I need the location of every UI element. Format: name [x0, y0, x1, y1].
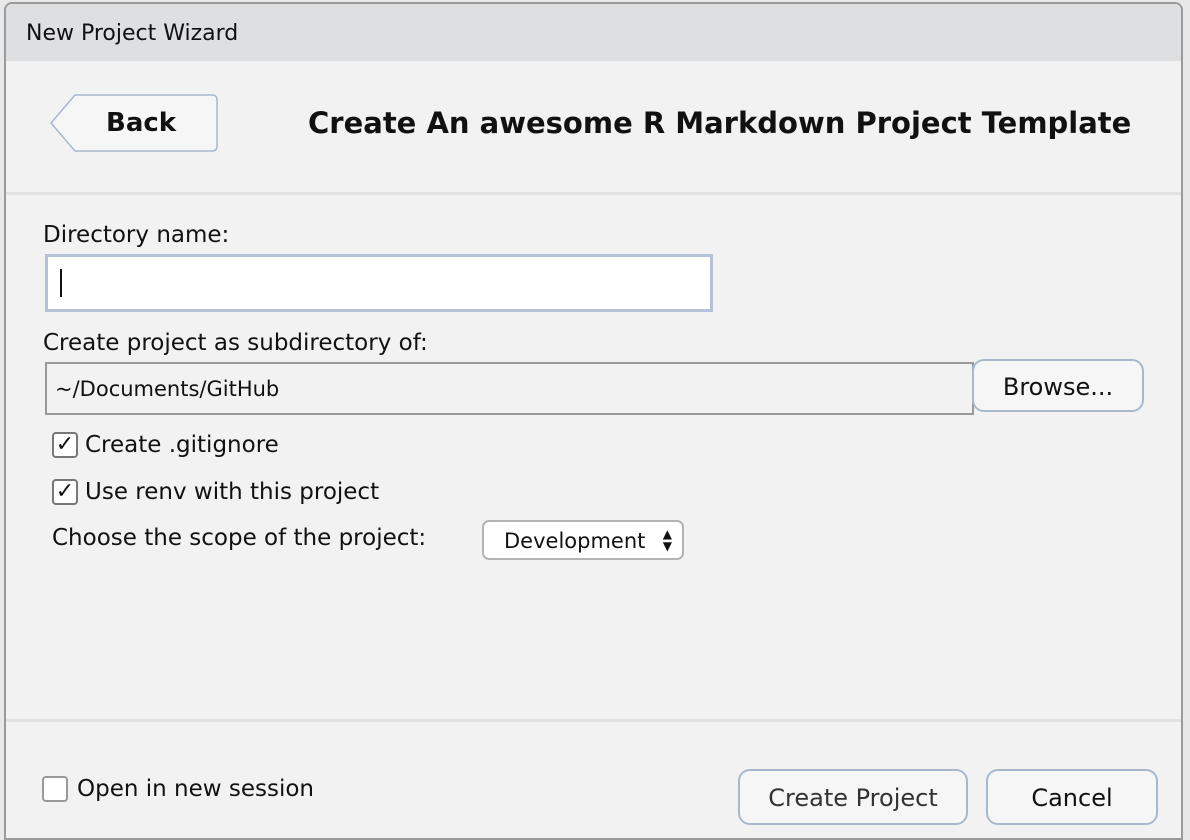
cancel-button[interactable]: Cancel — [986, 769, 1158, 825]
divider — [6, 719, 1181, 722]
scope-label: Choose the scope of the project: — [52, 525, 427, 551]
text-caret — [60, 269, 62, 297]
gitignore-checkbox[interactable]: ✓ — [52, 432, 78, 458]
renv-label: Use renv with this project — [85, 479, 380, 505]
browse-button[interactable]: Browse... — [972, 359, 1144, 412]
gitignore-label: Create .gitignore — [85, 432, 279, 458]
updown-arrows-icon: ▲ ▼ — [662, 527, 672, 553]
directory-name-input[interactable] — [45, 254, 713, 312]
scope-select[interactable]: Development ▲ ▼ — [482, 520, 684, 560]
back-label: Back — [106, 108, 177, 138]
new-session-label: Open in new session — [77, 776, 315, 802]
back-button[interactable]: Back — [50, 94, 218, 152]
divider — [6, 192, 1181, 195]
create-project-button[interactable]: Create Project — [738, 769, 968, 825]
page-title: Create An awesome R Markdown Project Tem… — [308, 106, 1132, 140]
window-title: New Project Wizard — [6, 4, 1181, 61]
new-project-dialog: New Project Wizard Back Create An awesom… — [4, 2, 1183, 840]
renv-checkbox[interactable]: ✓ — [52, 479, 78, 505]
new-session-checkbox[interactable] — [42, 776, 68, 802]
subdirectory-label: Create project as subdirectory of: — [43, 330, 428, 356]
subdirectory-path-field[interactable]: ~/Documents/GitHub — [45, 362, 974, 415]
scope-value: Development — [504, 529, 646, 553]
directory-name-label: Directory name: — [43, 222, 230, 248]
